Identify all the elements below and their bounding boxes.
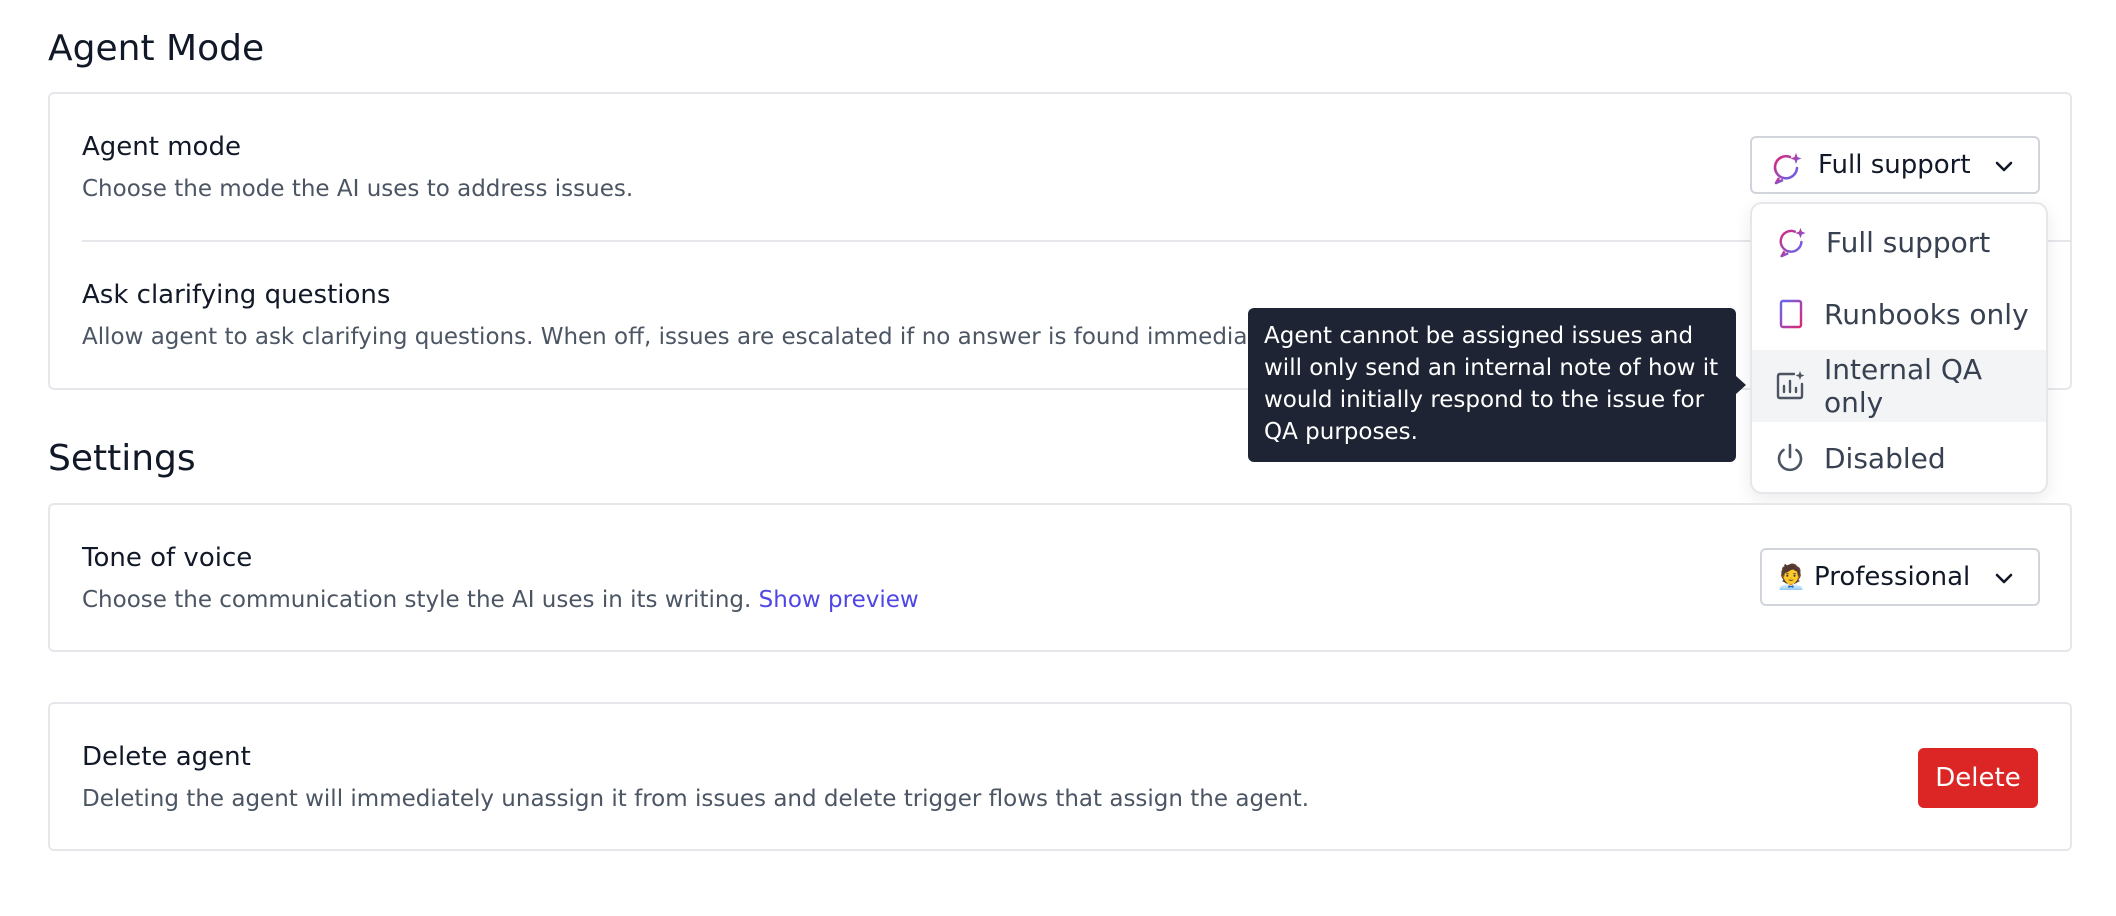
menu-item-label: Disabled	[1824, 441, 1946, 475]
menu-item-label: Internal QA only	[1824, 353, 1983, 419]
sparkle-chat-icon	[1773, 153, 1802, 185]
agent-mode-select[interactable]: Full support	[1750, 136, 2040, 194]
clarifying-description: Allow agent to ask clarifying questions.…	[82, 324, 1295, 350]
menu-item-runbooks-only[interactable]: Runbooks only	[1752, 278, 2046, 350]
tone-emoji: 🧑‍💼	[1776, 563, 1806, 591]
sparkle-chat-icon	[1779, 227, 1806, 258]
qa-mode-tooltip: Agent cannot be assigned issues and will…	[1248, 308, 1736, 462]
tone-selected: Professional	[1814, 562, 1971, 592]
agent-mode-menu: Full support Runbooks only Internal QA o…	[1750, 202, 2048, 494]
menu-item-internal-qa-only[interactable]: Internal QA only	[1752, 350, 2046, 422]
show-preview-link[interactable]: Show preview	[759, 587, 919, 613]
agent-mode-label: Agent mode	[82, 132, 241, 162]
agent-mode-description: Choose the mode the AI uses to address i…	[82, 176, 634, 202]
menu-item-disabled[interactable]: Disabled	[1752, 422, 2046, 492]
agent-mode-row: Agent mode Choose the mode the AI uses t…	[82, 132, 633, 202]
delete-agent-description: Deleting the agent will immediately unas…	[82, 786, 1310, 812]
chevron-down-icon	[1995, 161, 2013, 172]
agent-mode-selected: Full support	[1818, 150, 1971, 180]
chart-sparkle-icon	[1776, 371, 1805, 400]
power-icon	[1777, 443, 1803, 472]
delete-button[interactable]: Delete	[1918, 748, 2038, 808]
tone-row: Tone of voice Choose the communication s…	[82, 543, 919, 613]
menu-item-label: Runbooks only	[1824, 297, 2029, 331]
agent-mode-section-title: Agent Mode	[48, 28, 265, 69]
clarifying-label: Ask clarifying questions	[82, 280, 391, 310]
tone-description: Choose the communication style the AI us…	[82, 587, 752, 613]
tone-description-line: Choose the communication style the AI us…	[82, 587, 919, 613]
notebook-icon	[1778, 299, 1803, 329]
menu-item-full-support[interactable]: Full support	[1752, 206, 2046, 278]
menu-item-label: Full support	[1826, 225, 1991, 259]
delete-agent-row: Delete agent Deleting the agent will imm…	[82, 742, 1309, 812]
chevron-down-icon	[1995, 573, 2013, 584]
tone-label: Tone of voice	[82, 543, 253, 573]
delete-agent-card: Delete agent Deleting the agent will imm…	[48, 702, 2072, 851]
clarifying-row: Ask clarifying questions Allow agent to …	[82, 280, 1295, 350]
delete-agent-label: Delete agent	[82, 742, 251, 772]
tone-select[interactable]: 🧑‍💼 Professional	[1760, 548, 2040, 606]
tooltip-arrow	[1736, 376, 1746, 394]
settings-section-title: Settings	[48, 438, 196, 479]
